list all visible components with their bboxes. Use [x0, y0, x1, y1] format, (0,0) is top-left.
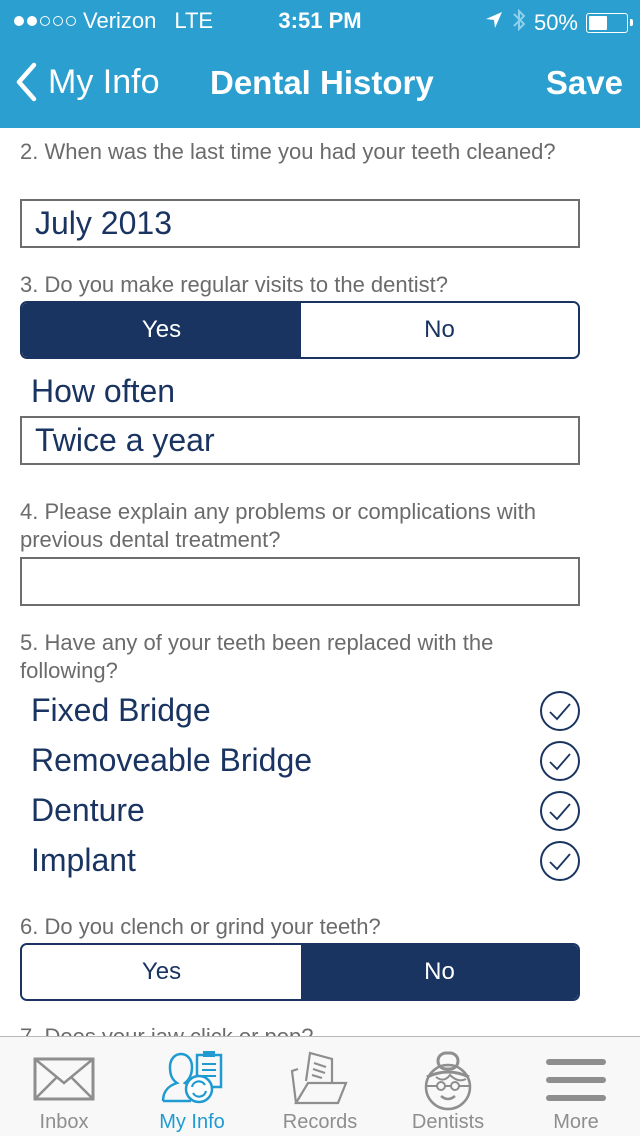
- tab-label: Dentists: [411, 1111, 485, 1133]
- tab-my-info[interactable]: My Info: [128, 1037, 256, 1136]
- replacement-option[interactable]: Removeable Bridge: [0, 735, 640, 785]
- question-5-label: 5. Have any of your teeth been replaced …: [20, 630, 494, 683]
- status-right: 50%: [484, 8, 633, 38]
- tab-more[interactable]: More: [512, 1037, 640, 1136]
- back-button[interactable]: My Info: [14, 62, 159, 102]
- question-4-label: 4. Please explain any problems or compli…: [20, 499, 537, 552]
- clench-grind-yes[interactable]: Yes: [22, 945, 301, 999]
- question-3-label: 3. Do you make regular visits to the den…: [20, 272, 448, 297]
- regular-visits-no[interactable]: No: [301, 303, 578, 357]
- battery-percent: 50%: [533, 10, 578, 35]
- battery-icon: [586, 13, 633, 33]
- clench-grind-toggle: Yes No: [20, 943, 580, 1001]
- navigation-bar: My Info Dental History Save: [0, 40, 640, 128]
- check-circle-icon[interactable]: [539, 740, 581, 782]
- folder-documents-icon: [290, 1051, 348, 1105]
- regular-visits-yes[interactable]: Yes: [22, 303, 301, 357]
- user-clipboard-sync-icon: [161, 1051, 223, 1104]
- complications-field[interactable]: [20, 557, 580, 606]
- header: Verizon LTE 3:51 PM 50% My Info Dental H…: [0, 0, 640, 128]
- battery-level-fill: [589, 16, 607, 30]
- how-often-field[interactable]: Twice a year: [20, 416, 580, 465]
- replacement-option[interactable]: Implant: [0, 835, 640, 885]
- bluetooth-icon: [512, 8, 526, 38]
- last-cleaning-field[interactable]: July 2013: [20, 199, 580, 248]
- tab-label: Records: [282, 1111, 358, 1133]
- chevron-left-icon: [16, 62, 37, 102]
- tab-dentists[interactable]: Dentists: [384, 1037, 512, 1136]
- page-title: Dental History: [210, 64, 434, 101]
- status-bar: Verizon LTE 3:51 PM 50%: [0, 0, 640, 40]
- tab-records[interactable]: Records: [256, 1037, 384, 1136]
- save-button[interactable]: Save: [546, 64, 623, 102]
- dentist-face-icon: [424, 1051, 472, 1111]
- tab-label: Inbox: [39, 1111, 89, 1133]
- regular-visits-toggle: Yes No: [20, 301, 580, 359]
- back-label: My Info: [48, 62, 160, 101]
- option-label: Implant: [31, 842, 136, 878]
- check-circle-icon[interactable]: [539, 840, 581, 882]
- form-scroll-area[interactable]: 2. When was the last time you had your t…: [0, 128, 640, 1036]
- question-6-label: 6. Do you clench or grind your teeth?: [20, 914, 381, 939]
- option-label: Removeable Bridge: [31, 742, 313, 778]
- option-label: Fixed Bridge: [31, 692, 211, 728]
- tab-label: My Info: [159, 1111, 225, 1133]
- location-arrow-icon: [484, 10, 504, 36]
- tab-inbox[interactable]: Inbox: [0, 1037, 128, 1136]
- envelope-icon: [33, 1057, 95, 1101]
- check-circle-icon[interactable]: [539, 690, 581, 732]
- how-often-label: How often: [31, 373, 176, 409]
- replacement-option[interactable]: Denture: [0, 785, 640, 835]
- clench-grind-no[interactable]: No: [301, 945, 578, 999]
- tab-label: More: [553, 1111, 599, 1133]
- check-circle-icon[interactable]: [539, 790, 581, 832]
- option-label: Denture: [31, 792, 145, 828]
- question-7-label: 7. Does your jaw click or pop?: [20, 1023, 580, 1036]
- question-2-label: 2. When was the last time you had your t…: [20, 139, 556, 164]
- replacement-option[interactable]: Fixed Bridge: [0, 685, 640, 735]
- tab-bar: Inbox My Info Records Dentists More: [0, 1036, 640, 1136]
- hamburger-menu-icon: [546, 1059, 606, 1101]
